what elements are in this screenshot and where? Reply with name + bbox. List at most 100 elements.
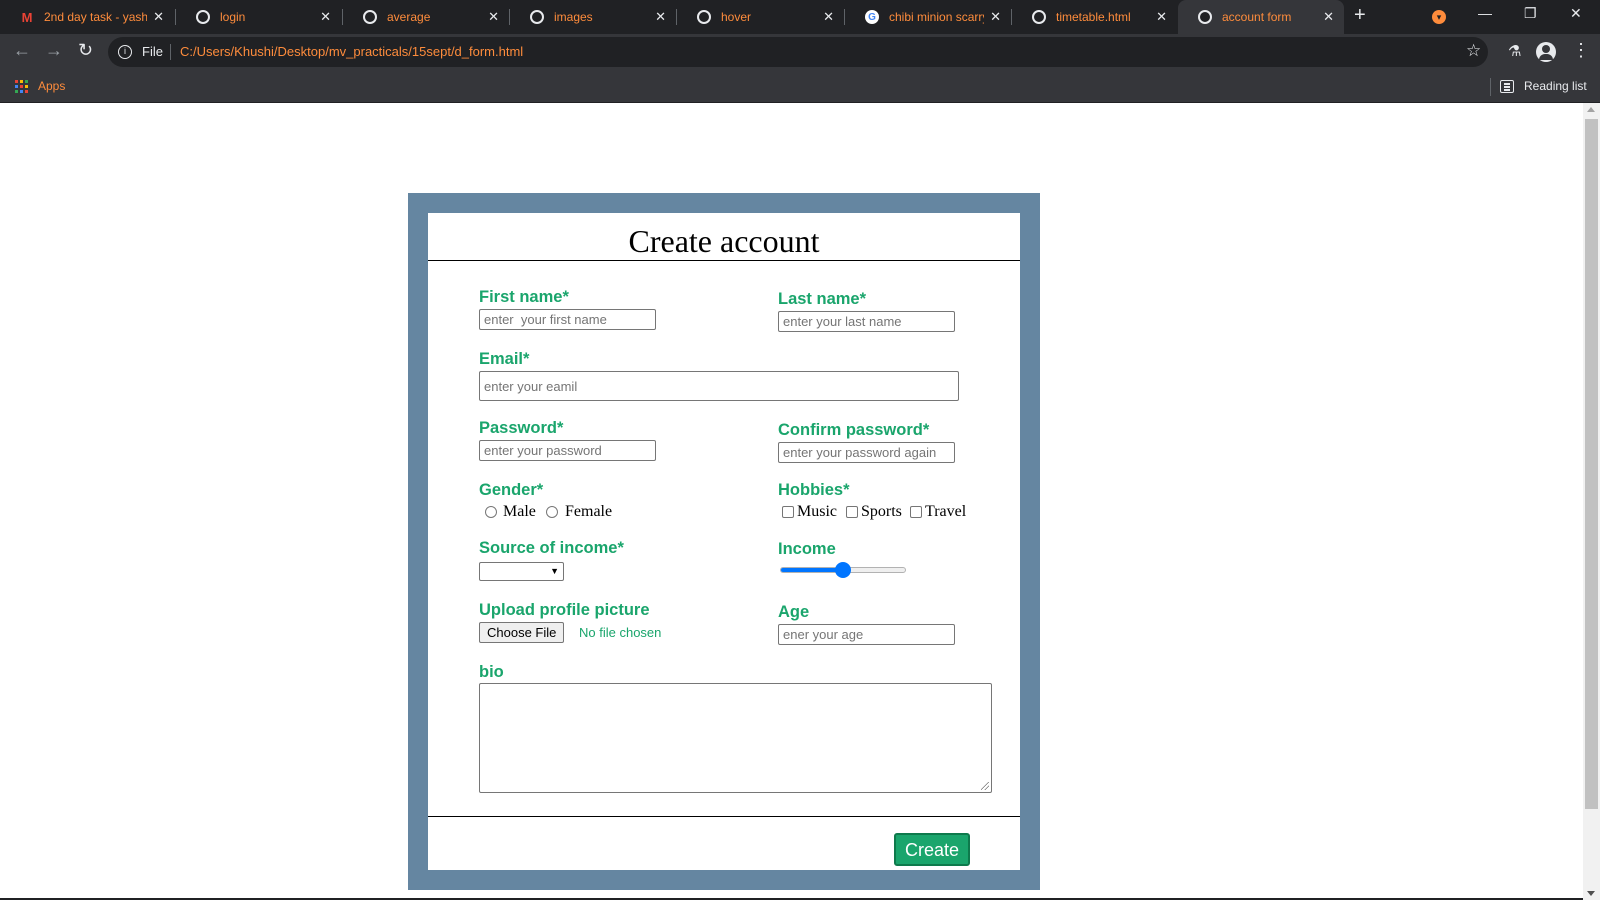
account-form: Create account First name* Last name* Em…: [428, 213, 1020, 870]
create-button[interactable]: Create: [894, 833, 970, 866]
age-input[interactable]: [778, 624, 955, 645]
age-label: Age: [778, 603, 810, 621]
close-icon[interactable]: ✕: [655, 9, 666, 25]
globe-icon: [1198, 10, 1212, 24]
first-name-label: First name*: [479, 288, 569, 306]
tab-login[interactable]: login ✕: [176, 0, 341, 34]
scroll-thumb[interactable]: [1585, 119, 1598, 809]
globe-icon: [530, 10, 544, 24]
bio-label: bio: [479, 663, 504, 681]
hobbies-label: Hobbies*: [778, 481, 850, 499]
email-label: Email*: [479, 350, 530, 368]
email-input[interactable]: [479, 371, 959, 401]
file-status-text: No file chosen: [579, 625, 662, 640]
globe-icon: [196, 10, 210, 24]
confirm-password-input[interactable]: [778, 442, 955, 463]
last-name-label: Last name*: [778, 290, 867, 308]
forward-arrow-icon[interactable]: →: [45, 40, 63, 61]
google-icon: G: [865, 10, 879, 24]
hobby-music-checkbox[interactable]: [782, 506, 794, 518]
choose-file-button[interactable]: Choose File: [479, 622, 565, 643]
labs-flask-icon[interactable]: ⚗: [1508, 42, 1521, 60]
restore-button[interactable]: ❐: [1524, 5, 1537, 22]
scroll-up-arrow-icon[interactable]: [1587, 107, 1595, 112]
hobby-music-label: Music: [797, 503, 837, 520]
page-scrollbar[interactable]: [1583, 103, 1600, 900]
gender-female-label: Female: [565, 503, 613, 520]
reading-list-icon[interactable]: [1500, 80, 1514, 93]
last-name-input[interactable]: [778, 311, 955, 332]
globe-icon: [697, 10, 711, 24]
tab-hover[interactable]: hover ✕: [677, 0, 844, 34]
tab-title: login: [220, 10, 246, 24]
close-icon[interactable]: ✕: [320, 9, 331, 25]
address-bar[interactable]: i File C:/Users/Khushi/Desktop/mv_practi…: [108, 37, 1488, 67]
first-name-input[interactable]: [479, 309, 656, 330]
close-icon[interactable]: ✕: [823, 9, 834, 25]
confirm-password-label: Confirm password*: [778, 421, 930, 439]
apps-link[interactable]: Apps: [38, 79, 65, 93]
title-divider: [428, 260, 1020, 261]
bookmarks-bar: Apps Reading list: [0, 70, 1600, 103]
close-icon[interactable]: ✕: [1156, 9, 1167, 25]
tab-google-search[interactable]: G chibi minion scarry ✕: [845, 0, 1011, 34]
gender-male-label: Male: [503, 503, 536, 520]
hobby-travel-label: Travel: [925, 503, 967, 520]
chevron-down-icon: ▼: [550, 566, 559, 576]
globe-icon: [1032, 10, 1046, 24]
hobby-sports-label: Sports: [861, 503, 902, 520]
apps-grid-icon[interactable]: [15, 80, 28, 93]
tab-title: timetable.html: [1056, 10, 1131, 24]
close-window-button[interactable]: ✕: [1570, 5, 1582, 22]
close-icon[interactable]: ✕: [1323, 9, 1334, 25]
password-input[interactable]: [479, 440, 656, 461]
income-slider-thumb[interactable]: [835, 562, 851, 578]
globe-icon: [363, 10, 377, 24]
tab-title: account form: [1222, 10, 1292, 24]
gender-label: Gender*: [479, 481, 544, 499]
close-icon[interactable]: ✕: [488, 9, 499, 25]
tab-images[interactable]: images ✕: [510, 0, 676, 34]
tab-search-icon[interactable]: ▾: [1432, 10, 1446, 24]
tab-title: hover: [721, 10, 752, 24]
page-title: Create account: [628, 223, 820, 259]
tab-title: average: [387, 10, 431, 24]
close-icon[interactable]: ✕: [990, 9, 1001, 25]
gender-female-radio[interactable]: [546, 506, 558, 518]
form-frame: Create account First name* Last name* Em…: [408, 193, 1040, 890]
reading-list-link[interactable]: Reading list: [1524, 79, 1587, 93]
gender-male-radio[interactable]: [485, 506, 497, 518]
tab-bar: M 2nd day task - yash ✕ login ✕ average …: [0, 0, 1600, 34]
profile-avatar-icon[interactable]: [1536, 42, 1556, 62]
tab-timetable[interactable]: timetable.html ✕: [1012, 0, 1177, 34]
gmail-icon: M: [21, 9, 33, 25]
tab-account-form[interactable]: account form ✕: [1178, 0, 1344, 34]
url-text[interactable]: C:/Users/Khushi/Desktop/mv_practicals/15…: [180, 44, 523, 59]
income-slider-fill: [781, 568, 843, 572]
password-label: Password*: [479, 419, 564, 437]
reload-icon[interactable]: ↻: [78, 40, 93, 61]
back-arrow-icon[interactable]: ←: [13, 40, 31, 61]
tab-average[interactable]: average ✕: [343, 0, 509, 34]
source-of-income-select[interactable]: ▼: [479, 562, 564, 581]
menu-kebab-icon[interactable]: ⋮: [1572, 40, 1590, 61]
close-icon[interactable]: ✕: [153, 9, 164, 25]
hobby-sports-checkbox[interactable]: [846, 506, 858, 518]
tab-title: 2nd day task - yash: [44, 10, 148, 24]
scheme-label: File: [142, 44, 163, 59]
resize-grip-icon[interactable]: [981, 782, 989, 790]
tab-gmail[interactable]: M 2nd day task - yash ✕: [0, 0, 174, 34]
bio-textarea[interactable]: [479, 683, 992, 793]
income-label: Income: [778, 540, 836, 558]
browser-toolbar: ← → ↻ i File C:/Users/Khushi/Desktop/mv_…: [0, 34, 1600, 70]
info-icon[interactable]: i: [118, 45, 132, 59]
new-tab-button[interactable]: +: [1354, 4, 1366, 27]
footer-divider: [428, 816, 1020, 817]
hobby-travel-checkbox[interactable]: [910, 506, 922, 518]
minimize-button[interactable]: —: [1478, 5, 1492, 21]
tab-title: chibi minion scarry: [889, 10, 985, 24]
tab-title: images: [554, 10, 593, 24]
bookmark-star-icon[interactable]: ☆: [1466, 41, 1481, 61]
scroll-down-arrow-icon[interactable]: [1587, 891, 1595, 896]
upload-picture-label: Upload profile picture: [479, 601, 650, 619]
